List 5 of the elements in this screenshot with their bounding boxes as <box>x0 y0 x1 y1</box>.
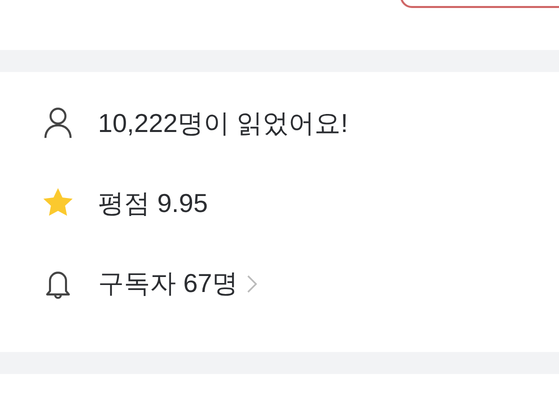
chevron-icon[interactable] <box>246 273 258 295</box>
subscriber-link[interactable]: 구독자 67명 <box>98 264 238 302</box>
stat-text: 10,222명이 읽었어요! <box>98 107 348 140</box>
person-icon <box>42 107 74 139</box>
stat-text: 평점 9.95 <box>98 187 208 220</box>
